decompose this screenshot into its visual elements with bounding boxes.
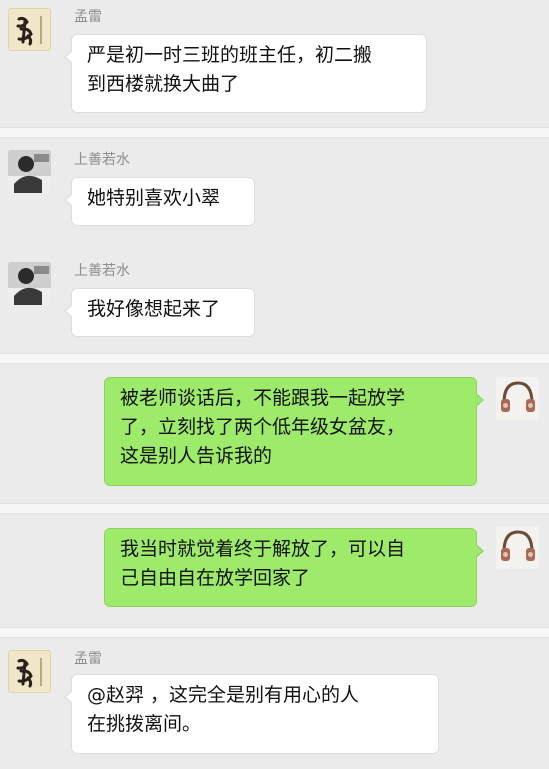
message-text: 严是初一时三班的班主任，初二搬 (87, 44, 373, 66)
message-bubble[interactable]: @赵羿 ，这完全是别有用心的人 在挑拨离间。 (64, 674, 439, 754)
sender-name: 孟雷 (74, 9, 102, 25)
sender-name: 孟雷 (74, 651, 102, 667)
chat-window: 孟雷 严是初一时三班的班主任，初二搬 到西楼就换大曲了 上善若水 她特别喜欢小翠… (0, 0, 549, 769)
headphones-avatar-icon[interactable] (496, 526, 539, 569)
sender-name: 上善若水 (74, 263, 130, 279)
message-bubble[interactable]: 严是初一时三班的班主任，初二搬 到西楼就换大曲了 (64, 34, 427, 113)
message-bubble[interactable]: 我好像想起来了 (64, 288, 255, 337)
message-text: 了，立刻找了两个低年级女盆友， (120, 416, 406, 438)
message-text: 我好像想起来了 (87, 298, 221, 320)
separator (0, 127, 549, 138)
photo-avatar-icon[interactable] (8, 150, 51, 193)
message-bubble[interactable]: 我当时就觉着终于解放了，可以自 己自由自在放学回家了 (104, 528, 484, 607)
message-text: 在挑拨离间。 (87, 713, 202, 735)
message-text: @赵羿 ，这完全是别有用心的人 (87, 684, 360, 706)
calligraphy-avatar-icon[interactable] (8, 650, 51, 693)
message-bubble[interactable]: 被老师谈话后，不能跟我一起放学 了，立刻找了两个低年级女盆友， 这是别人告诉我的 (104, 377, 484, 486)
message-text: 己自由自在放学回家了 (120, 567, 311, 589)
separator (0, 353, 549, 364)
separator (0, 627, 549, 638)
message-text: 到西楼就换大曲了 (87, 73, 240, 95)
separator (0, 503, 549, 514)
message-text: 我当时就觉着终于解放了，可以自 (120, 538, 406, 560)
headphones-avatar-icon[interactable] (496, 377, 539, 420)
photo-avatar-icon[interactable] (8, 262, 51, 305)
calligraphy-avatar-icon[interactable] (8, 8, 51, 51)
message-bubble[interactable]: 她特别喜欢小翠 (64, 177, 255, 226)
message-text: 她特别喜欢小翠 (87, 187, 221, 209)
sender-name: 上善若水 (74, 152, 130, 168)
message-text: 这是别人告诉我的 (120, 445, 273, 467)
message-text: 被老师谈话后，不能跟我一起放学 (120, 387, 406, 409)
